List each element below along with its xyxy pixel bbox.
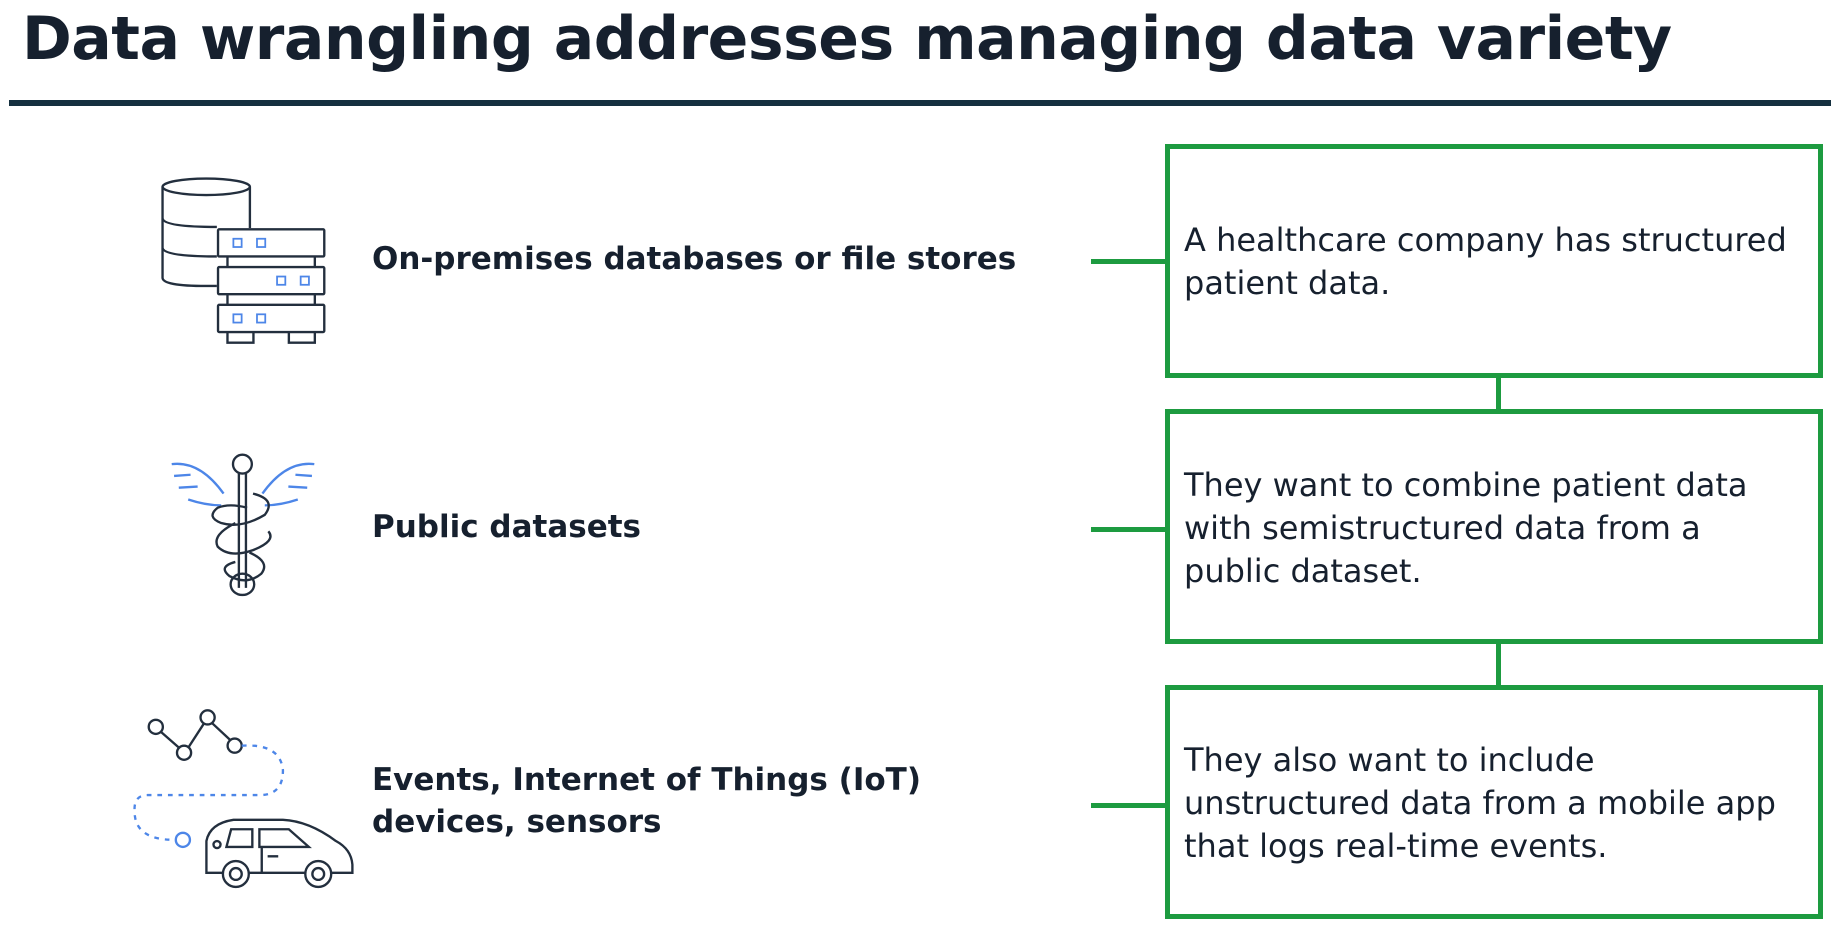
step-box-3: They also want to include unstructured d… (1165, 685, 1823, 919)
step-3-line-3: that logs real-time events. (1184, 827, 1608, 865)
connector-3 (1091, 803, 1165, 808)
step-1-line-2: patient data. (1184, 264, 1391, 302)
source-label-iot-line-2: devices, sensors (372, 804, 662, 840)
step-3-line-1: They also want to include (1184, 741, 1595, 779)
step-text-3: They also want to include unstructured d… (1184, 739, 1776, 868)
step-3-line-2: unstructured data from a mobile app (1184, 784, 1776, 822)
source-label-databases: On-premises databases or file stores (372, 241, 1017, 277)
step-2-line-2: with semistructured data from a (1184, 509, 1701, 547)
step-2-line-3: public dataset. (1184, 552, 1422, 590)
iot-car-icon (133, 709, 354, 889)
connector-1 (1091, 259, 1165, 264)
step-2-line-1: They want to combine patient data (1184, 466, 1748, 504)
title-divider (9, 100, 1831, 106)
database-server-icon (161, 177, 326, 344)
step-box-1: A healthcare company has structured pati… (1165, 144, 1823, 378)
connector-2 (1091, 527, 1165, 532)
vertical-connector-2 (1496, 643, 1501, 686)
source-label-iot: Events, Internet of Things (IoT) devices… (372, 759, 921, 843)
source-label-iot-line-1: Events, Internet of Things (IoT) (372, 762, 921, 798)
page-title: Data wrangling addresses managing data v… (22, 4, 1672, 74)
caduceus-icon (171, 453, 315, 597)
step-1-line-1: A healthcare company has structured (1184, 221, 1787, 259)
vertical-connector-1 (1496, 377, 1501, 410)
source-label-public-datasets: Public datasets (372, 509, 641, 545)
step-text-2: They want to combine patient data with s… (1184, 464, 1748, 593)
step-text-1: A healthcare company has structured pati… (1184, 219, 1787, 305)
step-box-2: They want to combine patient data with s… (1165, 409, 1823, 644)
